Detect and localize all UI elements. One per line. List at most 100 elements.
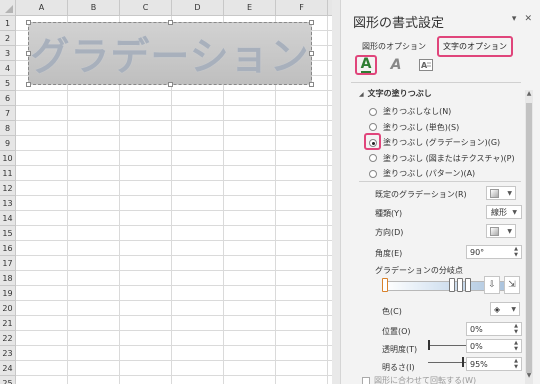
add-stop-icon[interactable]: ⇩ <box>484 276 500 294</box>
row-header[interactable]: 1 <box>0 16 16 31</box>
sheet-scrollbar[interactable] <box>332 0 340 384</box>
resize-handle[interactable] <box>309 82 314 87</box>
fill-option-none[interactable]: 塗りつぶしなし(N) <box>369 104 515 120</box>
checkbox[interactable] <box>362 376 370 384</box>
radio-button[interactable] <box>369 154 377 163</box>
remove-stop-icon[interactable]: ⇲ <box>504 276 520 294</box>
radio-button[interactable] <box>369 169 377 178</box>
row-header[interactable]: 7 <box>0 106 16 121</box>
row-header[interactable]: 10 <box>0 151 16 166</box>
position-label: 位置(O) <box>382 327 411 336</box>
row-header[interactable]: 17 <box>0 256 16 271</box>
row-header[interactable]: 15 <box>0 226 16 241</box>
row-header[interactable]: 23 <box>0 346 16 361</box>
section-text-fill[interactable]: 文字の塗りつぶし <box>359 88 432 99</box>
resize-handle[interactable] <box>309 20 314 25</box>
radio-button[interactable] <box>369 123 377 132</box>
row-header[interactable]: 6 <box>0 91 16 106</box>
resize-handle[interactable] <box>26 20 31 25</box>
column-header[interactable]: E <box>224 0 276 16</box>
fill-option-picture[interactable]: 塗りつぶし (図またはテクスチャ)(P) <box>369 151 515 167</box>
angle-label: 角度(E) <box>375 249 403 258</box>
row-header[interactable]: 4 <box>0 61 16 76</box>
preset-gradient-button[interactable]: ▼ <box>486 186 516 200</box>
scroll-up-icon[interactable]: ▲ <box>525 90 533 100</box>
divider <box>351 82 521 83</box>
spinner-arrows-icon[interactable]: ▲ ▼ <box>514 340 518 352</box>
direction-label: 方向(D) <box>375 228 404 237</box>
angle-spinner[interactable]: 90° ▲ ▼ <box>466 245 522 259</box>
spinner-arrows-icon[interactable]: ▲ ▼ <box>514 323 518 335</box>
row-header[interactable]: 8 <box>0 121 16 136</box>
text-fill-outline-icon[interactable]: A <box>355 55 377 75</box>
tab-text-options[interactable]: 文字のオプション <box>437 36 513 57</box>
textbox-icon[interactable]: A <box>415 55 437 75</box>
scroll-down-icon[interactable]: ▼ <box>525 372 533 382</box>
row-header[interactable]: 5 <box>0 76 16 91</box>
gradient-stop-handle[interactable] <box>449 278 455 292</box>
position-spinner[interactable]: 0% ▲ ▼ <box>466 322 522 336</box>
row-header[interactable]: 19 <box>0 286 16 301</box>
svg-text:A: A <box>421 61 428 70</box>
preset-gradient-label: 既定のグラデーション(R) <box>375 190 467 199</box>
transparency-spinner[interactable]: 0% ▲ ▼ <box>466 339 522 353</box>
close-icon[interactable]: ✕ <box>524 14 532 24</box>
icon-tabs: A A A <box>355 55 437 75</box>
row-header[interactable]: 25 <box>0 376 16 384</box>
fill-option-gradient[interactable]: 塗りつぶし (グラデーション)(G) <box>369 135 515 151</box>
row-header[interactable]: 22 <box>0 331 16 346</box>
resize-handle[interactable] <box>168 20 173 25</box>
row-header[interactable]: 9 <box>0 136 16 151</box>
fill-option-pattern[interactable]: 塗りつぶし (パターン)(A) <box>369 166 515 182</box>
row-header[interactable]: 21 <box>0 316 16 331</box>
resize-handle[interactable] <box>168 82 173 87</box>
worksheet[interactable]: A B C D E F 1 2 3 4 5 6 7 8 9 10 11 12 1… <box>0 0 332 384</box>
row-header[interactable]: 2 <box>0 31 16 46</box>
column-header[interactable]: F <box>276 0 328 16</box>
fill-option-label: 塗りつぶし (単色)(S) <box>383 122 460 132</box>
row-header[interactable]: 3 <box>0 46 16 61</box>
resize-handle[interactable] <box>26 82 31 87</box>
direction-button[interactable]: ▼ <box>486 224 516 238</box>
column-header[interactable]: B <box>68 0 120 16</box>
pane-tabs: 図形のオプション 文字のオプション <box>359 36 513 57</box>
type-select[interactable]: 線形 ▼ <box>486 205 522 219</box>
select-all-corner[interactable] <box>0 0 16 16</box>
pane-scrollbar-thumb[interactable] <box>526 103 532 373</box>
fill-options: 塗りつぶしなし(N) 塗りつぶし (単色)(S) 塗りつぶし (グラデーション)… <box>369 104 515 182</box>
column-header[interactable]: C <box>120 0 172 16</box>
chevron-down-icon[interactable]: ▾ <box>512 14 517 24</box>
text-effects-icon[interactable]: A <box>385 55 407 75</box>
fill-option-solid[interactable]: 塗りつぶし (単色)(S) <box>369 120 515 136</box>
resize-handle[interactable] <box>26 51 31 56</box>
row-header[interactable]: 13 <box>0 196 16 211</box>
brightness-spinner[interactable]: 95% ▲ ▼ <box>466 357 522 371</box>
transparency-slider[interactable] <box>428 345 466 346</box>
row-header[interactable]: 12 <box>0 181 16 196</box>
radio-button[interactable] <box>369 107 377 116</box>
spinner-arrows-icon[interactable]: ▲ ▼ <box>514 246 518 258</box>
transparency-slider-thumb[interactable] <box>428 340 430 350</box>
gradient-stop-handle[interactable] <box>382 278 388 292</box>
row-header[interactable]: 24 <box>0 361 16 376</box>
shape-text[interactable]: グラデーション <box>29 23 311 84</box>
rotate-with-shape-option[interactable]: 図形に合わせて回転する(W) <box>362 375 476 384</box>
fill-option-label: 塗りつぶし (パターン)(A) <box>383 169 476 179</box>
tab-shape-options[interactable]: 図形のオプション <box>359 39 429 54</box>
gradient-stop-handle[interactable] <box>457 278 463 292</box>
brightness-slider-thumb[interactable] <box>462 357 464 367</box>
row-header[interactable]: 20 <box>0 301 16 316</box>
column-header[interactable]: A <box>16 0 68 16</box>
row-header[interactable]: 16 <box>0 241 16 256</box>
wordart-shape[interactable]: グラデーション <box>26 20 314 87</box>
spinner-arrows-icon[interactable]: ▲ ▼ <box>514 358 518 370</box>
column-header[interactable]: D <box>172 0 224 16</box>
row-header[interactable]: 18 <box>0 271 16 286</box>
color-picker-button[interactable]: ◈ ▼ <box>490 302 520 316</box>
chevron-down-icon: ▼ <box>507 227 512 235</box>
brightness-slider[interactable] <box>428 362 466 363</box>
gradient-stop-handle[interactable] <box>465 278 471 292</box>
row-header[interactable]: 11 <box>0 166 16 181</box>
row-header[interactable]: 14 <box>0 211 16 226</box>
resize-handle[interactable] <box>309 51 314 56</box>
